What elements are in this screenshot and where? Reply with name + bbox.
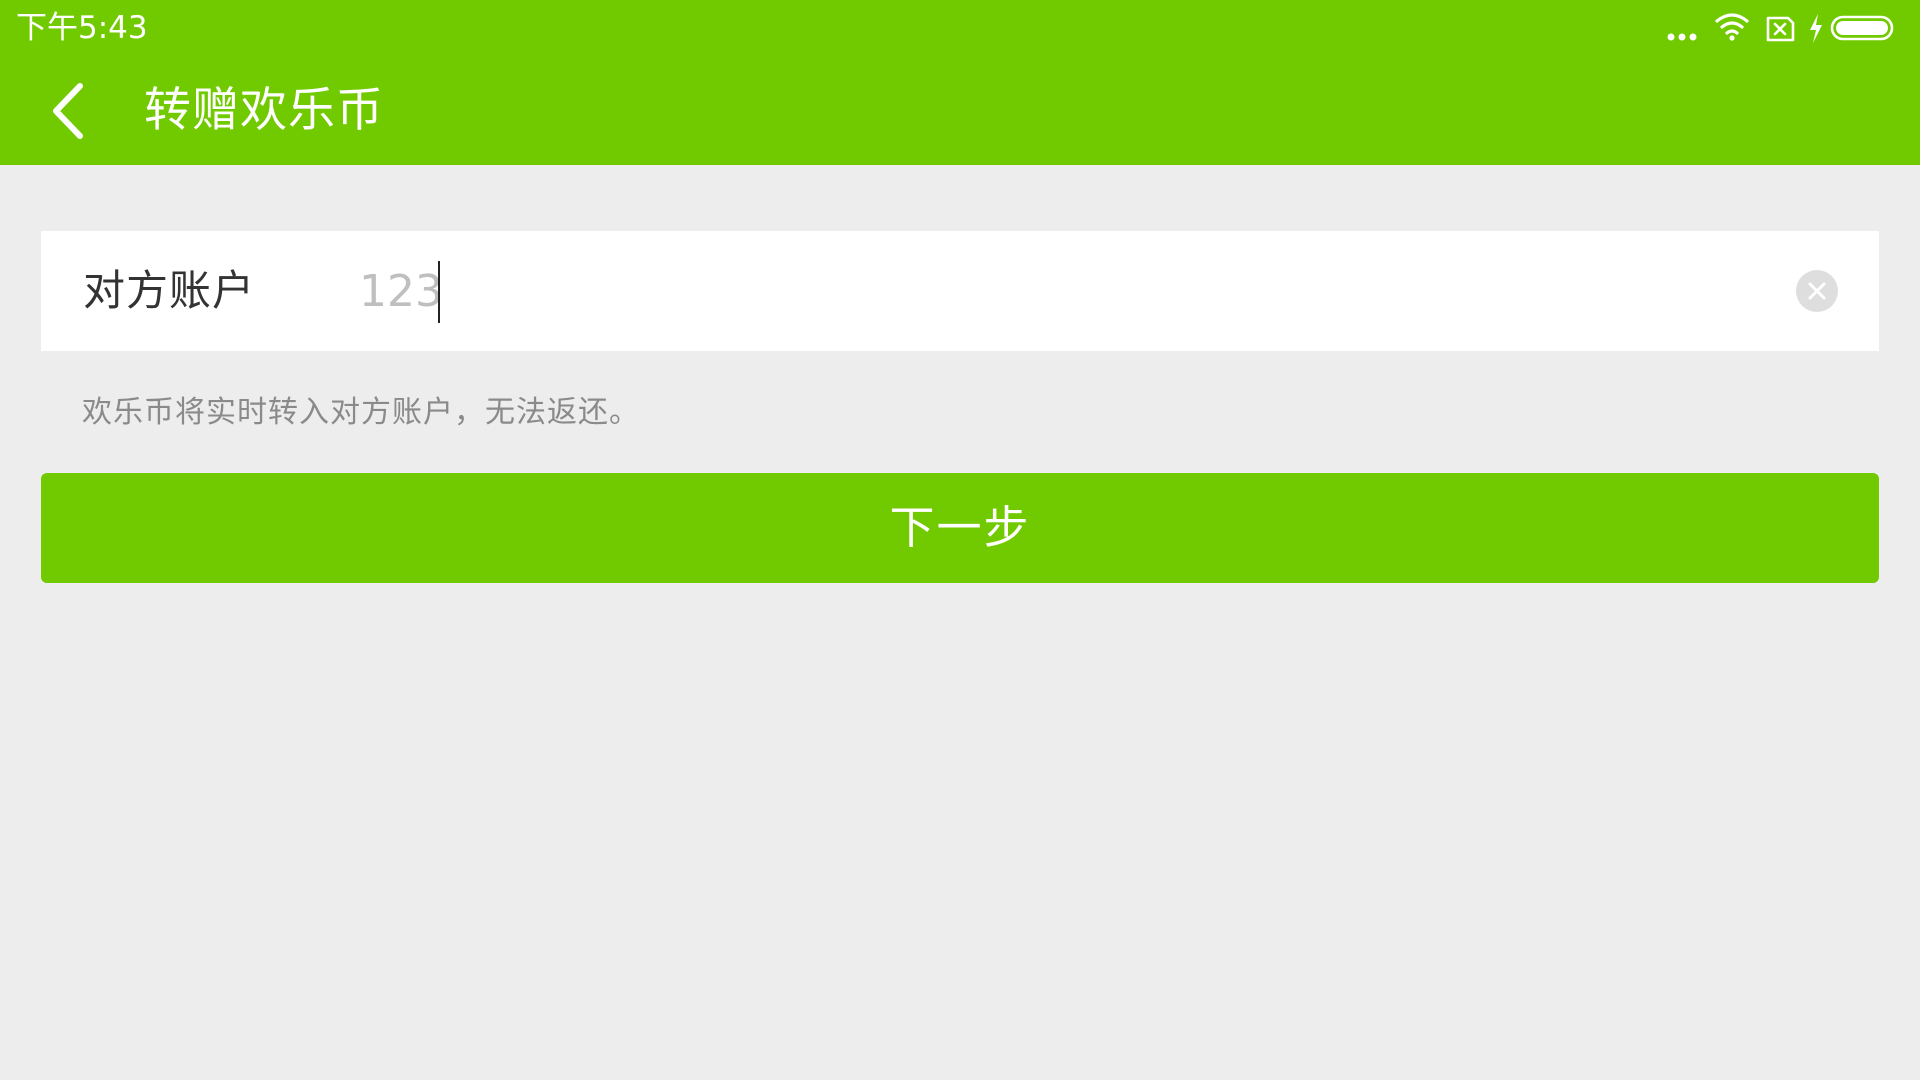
account-field-row: 对方账户: [41, 231, 1879, 351]
page-title: 转赠欢乐币: [144, 83, 384, 138]
next-step-button[interactable]: 下一步: [41, 473, 1879, 583]
status-time: 下午5:43: [16, 10, 148, 46]
back-button[interactable]: [30, 68, 110, 153]
chevron-left-icon: [53, 83, 83, 139]
battery-icon: [1830, 15, 1894, 41]
status-bar: 下午5:43: [0, 0, 1920, 56]
app-bar: 下午5:43 转赠欢乐币: [0, 0, 1920, 165]
charging-bolt-icon: [1810, 14, 1822, 43]
status-icons: [1666, 10, 1906, 46]
wifi-icon: [1715, 13, 1749, 41]
account-input[interactable]: [359, 259, 1779, 323]
close-circle-icon: [1808, 282, 1826, 300]
text-cursor: [438, 261, 440, 323]
clear-input-button[interactable]: [1796, 270, 1838, 312]
more-dots-icon: [1667, 33, 1697, 41]
toolbar: 转赠欢乐币: [0, 56, 1920, 165]
account-label: 对方账户: [83, 266, 256, 315]
transfer-hint: 欢乐币将实时转入对方账户，无法返还。: [82, 395, 640, 430]
sim-blocked-icon: [1766, 16, 1795, 42]
